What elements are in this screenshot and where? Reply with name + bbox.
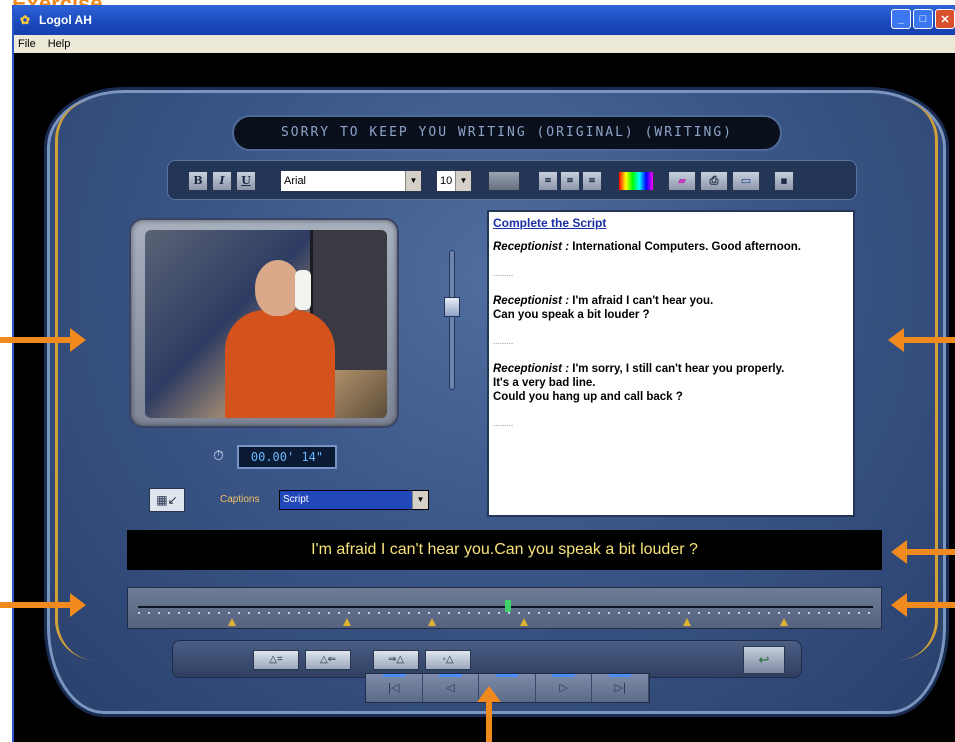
app-icon: ✿: [20, 13, 31, 27]
script-text: It's a very bad line.: [493, 377, 596, 389]
forward-button[interactable]: ▷: [536, 674, 593, 702]
arrow-right-icon: [0, 328, 86, 352]
open-folder-icon[interactable]: ▭: [732, 171, 760, 191]
script-text: Could you hang up and call back ?: [493, 391, 683, 403]
script-title[interactable]: Complete the Script: [493, 216, 849, 230]
caption-bar: I'm afraid I can't hear you.Can you spea…: [127, 530, 882, 570]
stopwatch-icon: ⏱: [213, 447, 224, 463]
captions-toggle-button[interactable]: ▦↙: [149, 488, 185, 512]
video-monitor: [129, 218, 399, 428]
timeline-marker[interactable]: [228, 618, 236, 626]
timeline-marker[interactable]: [520, 618, 528, 626]
timeline-track[interactable]: [127, 587, 882, 629]
script-entry: Receptionist : I'm sorry, I still can't …: [493, 362, 849, 376]
script-text: Can you speak a bit louder ?: [493, 309, 650, 321]
arrow-up-icon: [477, 686, 501, 742]
script-entry: Receptionist : International Computers. …: [493, 240, 849, 254]
timer-display: 00.00' 14": [237, 445, 337, 469]
minimize-button[interactable]: _: [891, 9, 911, 29]
arrow-left-icon: [891, 593, 955, 617]
print-icon[interactable]: ⎙: [700, 171, 728, 191]
title-bar: ✿ Logol AH _ □ ✕: [14, 5, 955, 35]
timeline-marker[interactable]: [780, 618, 788, 626]
marker-clear-button[interactable]: ◦△: [425, 650, 471, 670]
speaker-label: Receptionist :: [493, 363, 570, 375]
speaker-label: Receptionist :: [493, 295, 570, 307]
font-select[interactable]: Arial ▼: [280, 170, 422, 192]
marker-prev-button[interactable]: △⇐: [305, 650, 351, 670]
color-swatch-icon[interactable]: [488, 171, 520, 191]
skip-end-button[interactable]: ▷|: [592, 674, 649, 702]
chevron-down-icon: ▼: [455, 171, 471, 191]
exit-icon[interactable]: ↩: [743, 646, 785, 674]
lesson-title-display: SORRY TO KEEP YOU WRITING (ORIGINAL) (WR…: [232, 115, 782, 151]
gold-trim-right: [898, 100, 938, 660]
script-text: International Computers. Good afternoon.: [572, 241, 801, 253]
marker-next-button[interactable]: ⇒△: [373, 650, 419, 670]
captions-select[interactable]: Script ▼: [279, 490, 429, 510]
arrow-left-icon: [888, 328, 955, 352]
menu-help[interactable]: Help: [48, 38, 71, 50]
blank-line[interactable]: .........: [493, 268, 849, 278]
menu-file[interactable]: File: [18, 38, 36, 50]
eraser-icon[interactable]: ▰: [668, 171, 696, 191]
blank-line[interactable]: .........: [493, 336, 849, 346]
playhead[interactable]: [505, 600, 511, 612]
volume-slider-thumb[interactable]: [444, 297, 460, 317]
gold-trim-left: [55, 100, 95, 660]
video-image: [145, 230, 387, 418]
arrow-right-icon: [0, 593, 86, 617]
rewind-button[interactable]: ◁: [423, 674, 480, 702]
script-panel[interactable]: Complete the Script Receptionist : Inter…: [487, 210, 855, 517]
close-button[interactable]: ✕: [935, 9, 955, 29]
captions-select-value: Script: [283, 494, 309, 505]
menu-bar: File Help: [14, 35, 955, 53]
script-text: I'm sorry, I still can't hear you proper…: [572, 363, 785, 375]
volume-slider-track[interactable]: [449, 250, 455, 390]
align-right-icon[interactable]: ≡: [582, 171, 602, 191]
timeline-ticks: [138, 612, 873, 614]
speaker-label: Receptionist :: [493, 241, 570, 253]
maximize-button[interactable]: □: [913, 9, 933, 29]
player-console: SORRY TO KEEP YOU WRITING (ORIGINAL) (WR…: [44, 87, 949, 717]
telephone-handset: [295, 270, 311, 310]
chevron-down-icon: ▼: [412, 491, 428, 509]
arrow-left-icon: [891, 540, 955, 564]
font-size-select[interactable]: 10 ▼: [436, 170, 472, 192]
align-left-icon[interactable]: ≡: [538, 171, 558, 191]
transport-controls: |◁ ◁ ▷ ▷|: [365, 673, 650, 703]
script-entry: Receptionist : I'm afraid I can't hear y…: [493, 294, 849, 308]
font-select-value: Arial: [284, 175, 307, 187]
person-body: [225, 310, 335, 418]
chevron-down-icon: ▼: [405, 171, 421, 191]
save-icon[interactable]: ▪: [774, 171, 794, 191]
bold-button[interactable]: B: [188, 171, 208, 191]
font-size-value: 10: [440, 175, 453, 187]
blank-line[interactable]: .........: [493, 418, 849, 428]
underline-button[interactable]: U: [236, 171, 256, 191]
format-toolbar: B I U Arial ▼ 10 ▼ ≡ ≡ ≡ ▰ ⎙ ▭ ▪: [167, 160, 857, 200]
timeline-marker[interactable]: [428, 618, 436, 626]
timeline-marker[interactable]: [683, 618, 691, 626]
timeline-marker[interactable]: [343, 618, 351, 626]
palette-icon[interactable]: [618, 171, 654, 191]
window-title: Logol AH: [39, 13, 92, 27]
app-window: ✿ Logol AH _ □ ✕ File Help SORRY TO KEEP…: [12, 5, 955, 742]
captions-label: Captions: [220, 494, 260, 505]
script-text: I'm afraid I can't hear you.: [572, 295, 714, 307]
marker-set-button[interactable]: △=: [253, 650, 299, 670]
italic-button[interactable]: I: [212, 171, 232, 191]
skip-start-button[interactable]: |◁: [366, 674, 423, 702]
align-center-icon[interactable]: ≡: [560, 171, 580, 191]
